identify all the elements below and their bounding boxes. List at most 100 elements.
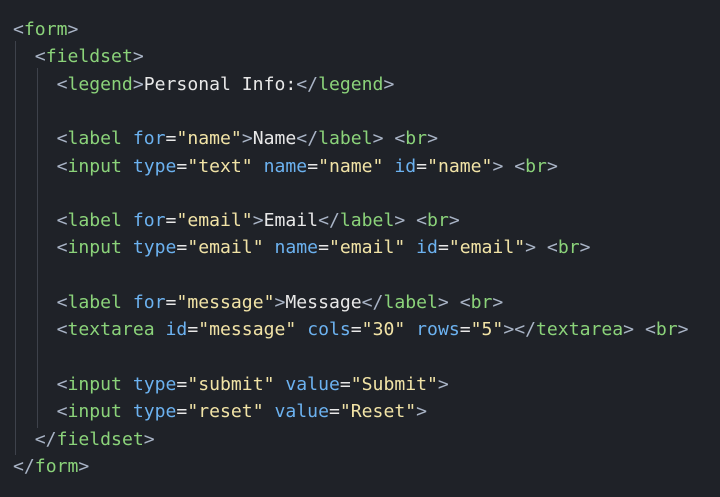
code-token: < [405,210,428,232]
code-token: = [459,319,471,341]
code-line: </fieldset> [13,426,155,453]
code-token: < [13,401,68,423]
code-token: </ [13,455,35,477]
code-token: "text" [187,155,253,177]
code-token: Personal Info: [143,73,297,95]
code-token: type [132,155,177,177]
code-token: < [13,292,68,313]
code-token: Message [285,292,362,313]
code-token: "email" [187,237,264,259]
code-token: "name" [176,128,242,150]
code-line: <label for="email">Email</label> <br> [13,207,460,234]
code-token: = [416,155,428,177]
code-token: label [339,210,395,232]
code-token: = [187,319,199,341]
code-token: "5" [470,319,504,341]
code-token: = [176,401,188,423]
code-token: fieldset [45,46,133,68]
code-line: <label for="name">Name</label> <br> [13,125,438,152]
code-token: label [67,210,122,232]
code-token: input [67,155,122,177]
code-token: > [623,319,635,341]
code-token: > [525,237,537,259]
code-token: </ [318,210,340,232]
code-token: < [503,155,526,177]
code-token: = [165,210,177,232]
code-token: br [427,210,449,232]
code-token: textarea [67,319,155,341]
code-token: type [132,401,177,423]
code-token: > [252,210,264,232]
code-token: textarea [536,319,624,341]
code-token: name [274,237,319,259]
code-line: <form> [13,16,78,43]
code-token: = [176,155,188,177]
code-token: label [318,128,373,150]
code-token: label [67,292,122,313]
code-token: < [13,46,46,68]
code-token: > [427,128,438,150]
code-token: </ [361,292,384,313]
code-token: "name" [427,155,493,177]
code-token: label [67,128,122,150]
code-token: fieldset [56,428,144,450]
code-token: ></ [503,319,537,341]
code-token: < [13,73,68,95]
code-token: for [132,210,166,232]
code-token: input [67,401,122,423]
code-editor[interactable]: <form> <fieldset> <legend>Personal Info:… [0,0,720,497]
code-token: label [383,292,438,313]
code-token: > [383,73,395,95]
code-token: > [677,319,689,341]
code-token: > [78,455,90,477]
code-token: = [318,237,329,259]
code-token: < [634,319,656,341]
code-token: = [307,155,319,177]
code-token: = [339,373,351,395]
code-token: > [132,73,144,95]
code-token: legend [67,73,133,95]
code-token: br [525,155,547,177]
code-line: <input type="submit" value="Submit"> [13,371,449,398]
code-token: "message" [198,319,297,341]
code-token: for [132,292,166,313]
code-token: > [372,128,384,150]
code-token: cols [307,319,351,341]
code-token: for [132,128,166,150]
code-token: br [405,128,428,150]
code-token: < [383,128,406,150]
code-token: "submit" [187,373,275,395]
code-token: > [241,128,253,150]
code-token: id [394,155,417,177]
code-token: > [546,155,558,177]
code-token: form [23,19,68,40]
code-token: > [416,401,428,423]
code-block[interactable]: <form> <fieldset> <legend>Personal Info:… [0,0,720,497]
code-token: < [13,155,68,177]
code-token: type [132,237,177,259]
code-line: <fieldset> [13,43,144,70]
code-token: </ [13,428,57,450]
code-token: = [176,237,188,259]
code-token: "Submit" [350,373,438,395]
code-line: <input type="email" name="email" id="ema… [13,234,591,261]
code-line: <input type="reset" value="Reset"> [13,398,427,425]
code-token: rows [416,319,460,341]
code-token: = [437,237,449,259]
code-token: "reset" [187,401,264,423]
code-token: > [143,428,155,450]
code-token: </ [296,73,319,95]
code-token: Email [263,210,319,232]
code-token: < [13,210,68,232]
code-token: br [557,237,580,259]
code-token: "email" [448,237,526,259]
code-token: input [67,373,122,395]
code-token: > [67,19,79,40]
